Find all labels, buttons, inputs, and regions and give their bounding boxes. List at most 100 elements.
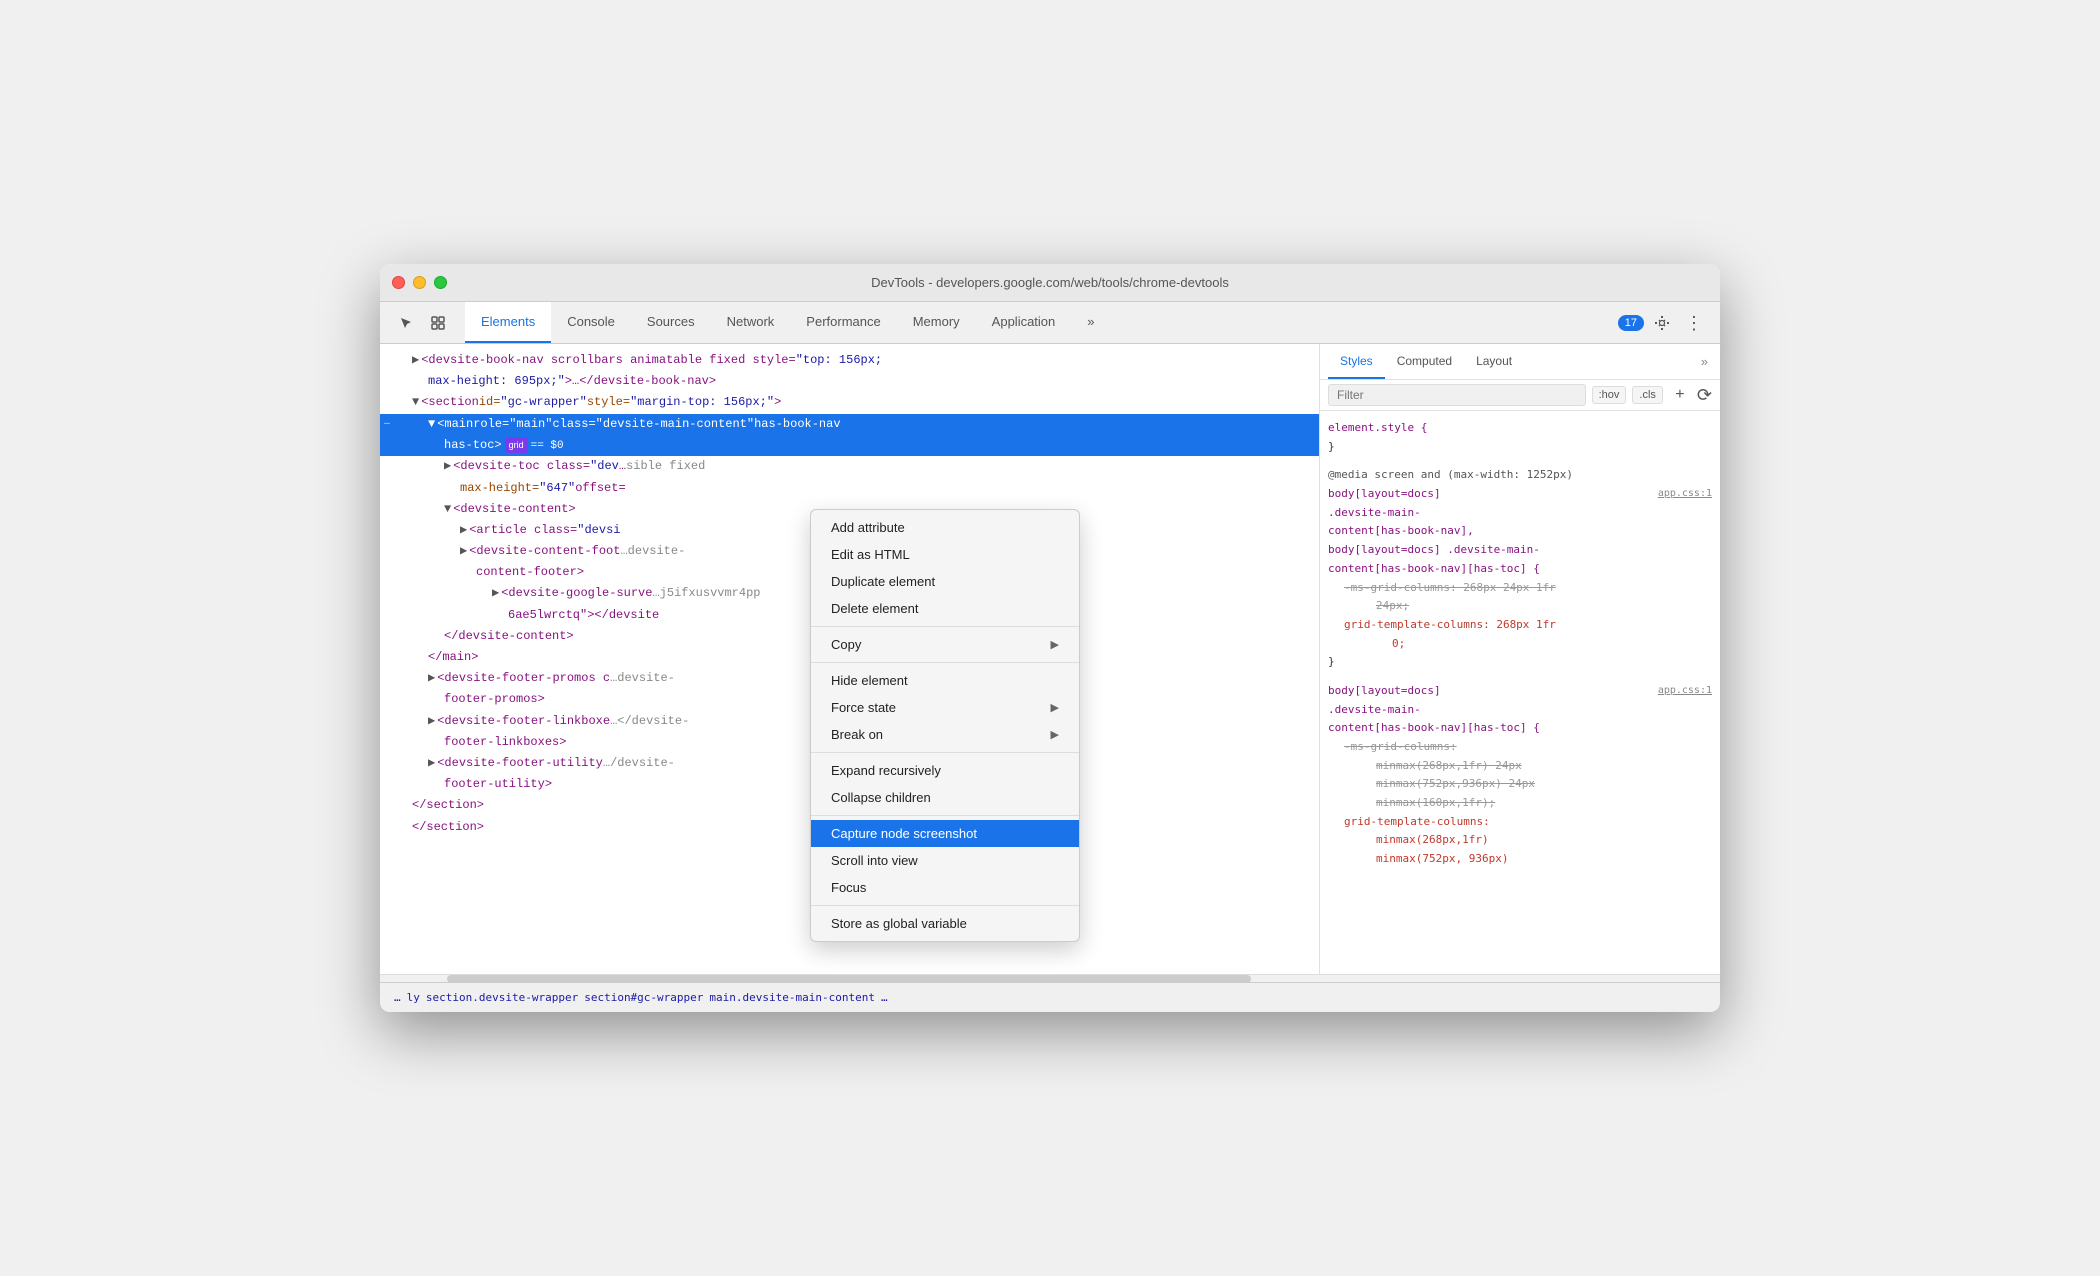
css-rule-element-style: element.style { } bbox=[1328, 419, 1712, 456]
refresh-styles-icon[interactable]: ⟳ bbox=[1697, 385, 1712, 406]
tab-layout[interactable]: Layout bbox=[1464, 344, 1524, 379]
dom-line-2: max-height: 695px;">…</devsite-book-nav> bbox=[380, 371, 1319, 392]
tab-memory[interactable]: Memory bbox=[897, 302, 976, 343]
tab-bar: Elements Console Sources Network Perform… bbox=[380, 302, 1720, 344]
css-prop-ms-grid: -ms-grid-columns: 268px 24px 1fr bbox=[1328, 579, 1712, 598]
css-selector-content3: content[has-book-nav][has-toc] { bbox=[1328, 560, 1712, 579]
menu-delete[interactable]: Delete element bbox=[811, 595, 1079, 622]
breadcrumb-more[interactable]: … bbox=[879, 991, 890, 1004]
css-selector-element: element.style { bbox=[1328, 419, 1712, 438]
css-selector-content: .devsite-main- bbox=[1328, 504, 1712, 523]
css-prop-grid-template: grid-template-columns: 268px 1fr bbox=[1328, 616, 1712, 635]
expand-toggle[interactable]: ▶ bbox=[412, 351, 419, 370]
cls-button[interactable]: .cls bbox=[1632, 386, 1663, 404]
menu-sep-5 bbox=[811, 905, 1079, 906]
css-prop-grid-template-3: grid-template-columns: bbox=[1328, 813, 1712, 832]
menu-add-attribute[interactable]: Add attribute bbox=[811, 514, 1079, 541]
tab-application[interactable]: Application bbox=[976, 302, 1072, 343]
notification-badge[interactable]: 17 bbox=[1618, 315, 1644, 331]
css-prop-ms-grid-3: -ms-grid-columns: bbox=[1328, 738, 1712, 757]
breadcrumb-dots[interactable]: … bbox=[392, 991, 403, 1004]
css-rule-2: body[layout=docs] app.css:1 .devsite-mai… bbox=[1328, 682, 1712, 869]
settings-icon[interactable] bbox=[1648, 309, 1676, 337]
line-dots: … bbox=[384, 415, 390, 431]
menu-copy[interactable]: Copy ▶ bbox=[811, 631, 1079, 658]
css-media-query: @media screen and (max-width: 1252px) bbox=[1328, 466, 1712, 485]
menu-scroll-into-view[interactable]: Scroll into view bbox=[811, 847, 1079, 874]
menu-force-state[interactable]: Force state ▶ bbox=[811, 694, 1079, 721]
menu-focus[interactable]: Focus bbox=[811, 874, 1079, 901]
css-close: } bbox=[1328, 438, 1712, 457]
breadcrumb-ly[interactable]: ly bbox=[405, 991, 422, 1004]
breadcrumb-section-gc[interactable]: section#gc-wrapper bbox=[582, 991, 705, 1004]
tab-network[interactable]: Network bbox=[711, 302, 791, 343]
css-source-link[interactable]: app.css:1 bbox=[1658, 485, 1712, 502]
css-prop-ms-grid2: 24px; bbox=[1328, 597, 1712, 616]
inspect-icon[interactable] bbox=[424, 309, 452, 337]
dom-line-4[interactable]: … ▼ <main role="main" class="devsite-mai… bbox=[380, 414, 1319, 435]
breadcrumb-bar: … ly section.devsite-wrapper section#gc-… bbox=[380, 982, 1720, 1012]
menu-edit-html[interactable]: Edit as HTML bbox=[811, 541, 1079, 568]
tab-performance[interactable]: Performance bbox=[790, 302, 896, 343]
menu-capture-screenshot[interactable]: Capture node screenshot bbox=[811, 820, 1079, 847]
breadcrumb-section-wrapper[interactable]: section.devsite-wrapper bbox=[424, 991, 580, 1004]
dom-line-1: ▶ <devsite-book-nav scrollbars animatabl… bbox=[380, 350, 1319, 371]
css-prop-ms-grid-val3: minmax(160px,1fr); bbox=[1328, 794, 1712, 813]
dom-line-5: ▶ <devsite-toc class="dev …sible fixed bbox=[380, 456, 1319, 477]
css-selector-content4: .devsite-main- bbox=[1328, 701, 1712, 720]
styles-tabs: Styles Computed Layout » bbox=[1320, 344, 1720, 380]
css-prop-grid-val1: minmax(268px,1fr) bbox=[1328, 831, 1712, 850]
css-rule-media-1: @media screen and (max-width: 1252px) bo… bbox=[1328, 466, 1712, 672]
tab-console[interactable]: Console bbox=[551, 302, 631, 343]
grid-badge[interactable]: grid bbox=[505, 437, 528, 453]
styles-toolbar: :hov .cls + ⟳ bbox=[1320, 380, 1720, 411]
maximize-button[interactable] bbox=[434, 276, 447, 289]
horizontal-scrollbar[interactable] bbox=[380, 974, 1720, 982]
dom-line-5b: max-height="647" offset= bbox=[380, 478, 1319, 499]
css-close-2: } bbox=[1328, 653, 1712, 672]
css-prop-grid-template2: 0; bbox=[1328, 635, 1712, 654]
context-menu: Add attribute Edit as HTML Duplicate ele… bbox=[810, 509, 1080, 942]
dom-panel: ▶ <devsite-book-nav scrollbars animatabl… bbox=[380, 344, 1320, 974]
cursor-icon[interactable] bbox=[392, 309, 420, 337]
menu-store-global[interactable]: Store as global variable bbox=[811, 910, 1079, 937]
css-source-link-2[interactable]: app.css:1 bbox=[1658, 682, 1712, 699]
menu-collapse[interactable]: Collapse children bbox=[811, 784, 1079, 811]
css-selector-body: body[layout=docs] app.css:1 bbox=[1328, 485, 1712, 504]
menu-sep-3 bbox=[811, 752, 1079, 753]
submenu-arrow: ▶ bbox=[1051, 638, 1059, 651]
submenu-arrow-3: ▶ bbox=[1051, 728, 1059, 741]
menu-sep-4 bbox=[811, 815, 1079, 816]
more-options-icon[interactable]: ⋮ bbox=[1680, 309, 1708, 337]
menu-sep-1 bbox=[811, 626, 1079, 627]
devtools-window: DevTools - developers.google.com/web/too… bbox=[380, 264, 1720, 1012]
tab-computed[interactable]: Computed bbox=[1385, 344, 1464, 379]
breadcrumb-main[interactable]: main.devsite-main-content bbox=[707, 991, 877, 1004]
css-selector-content5: content[has-book-nav][has-toc] { bbox=[1328, 719, 1712, 738]
css-prop-grid-val2: minmax(752px, 936px) bbox=[1328, 850, 1712, 869]
tab-bar-icons bbox=[384, 302, 465, 343]
menu-expand[interactable]: Expand recursively bbox=[811, 757, 1079, 784]
hov-button[interactable]: :hov bbox=[1592, 386, 1627, 404]
main-content: ▶ <devsite-book-nav scrollbars animatabl… bbox=[380, 344, 1720, 974]
dom-line-3: ▼ <section id="gc-wrapper" style="margin… bbox=[380, 392, 1319, 413]
menu-break-on[interactable]: Break on ▶ bbox=[811, 721, 1079, 748]
submenu-arrow-2: ▶ bbox=[1051, 701, 1059, 714]
tab-sources[interactable]: Sources bbox=[631, 302, 711, 343]
tab-elements[interactable]: Elements bbox=[465, 302, 551, 343]
styles-filter-input[interactable] bbox=[1328, 384, 1586, 406]
add-style-button[interactable]: + bbox=[1669, 384, 1691, 406]
menu-sep-2 bbox=[811, 662, 1079, 663]
tab-more[interactable]: » bbox=[1071, 302, 1110, 343]
expand-toggle-2[interactable]: ▼ bbox=[412, 393, 419, 412]
styles-panel: Styles Computed Layout » :hov .cls + ⟳ bbox=[1320, 344, 1720, 974]
title-bar: DevTools - developers.google.com/web/too… bbox=[380, 264, 1720, 302]
styles-more-icon[interactable]: » bbox=[1701, 354, 1712, 369]
menu-hide[interactable]: Hide element bbox=[811, 667, 1079, 694]
tab-styles[interactable]: Styles bbox=[1328, 344, 1385, 379]
menu-duplicate[interactable]: Duplicate element bbox=[811, 568, 1079, 595]
dom-line-4b: has-toc> grid == $0 bbox=[380, 435, 1319, 457]
minimize-button[interactable] bbox=[413, 276, 426, 289]
css-selector-content2: content[has-book-nav], bbox=[1328, 522, 1712, 541]
close-button[interactable] bbox=[392, 276, 405, 289]
